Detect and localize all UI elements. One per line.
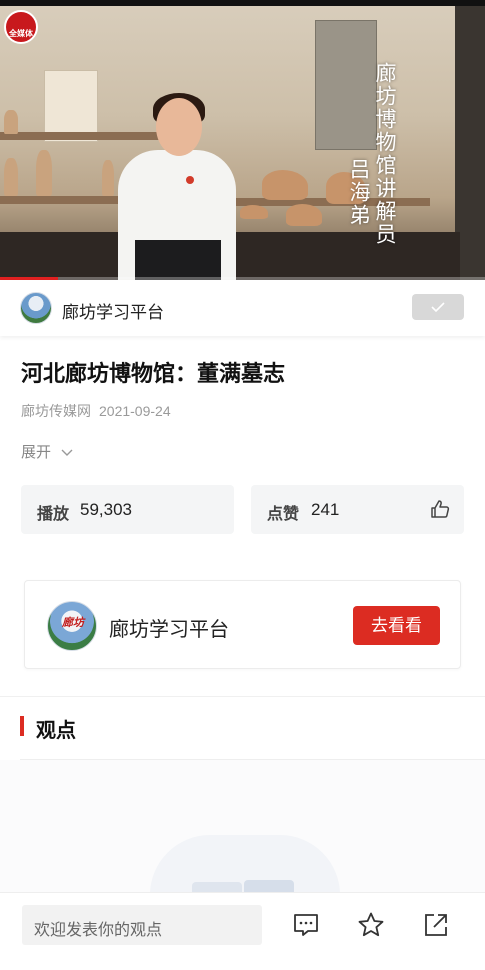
like-label: 点赞 — [267, 506, 300, 523]
channel-card-name[interactable]: 廊坊学习平台 — [109, 613, 229, 642]
share-icon[interactable] — [422, 911, 450, 939]
expand-button[interactable]: 展开 — [21, 441, 73, 462]
channel-card-avatar-text: 廊坊 — [62, 617, 84, 629]
comments-section-title: 观点 — [36, 720, 76, 742]
channel-header: 廊坊学习平台 — [0, 280, 485, 336]
channel-card-avatar[interactable]: 廊坊 — [47, 601, 97, 651]
channel-name[interactable]: 廊坊学习平台 — [62, 298, 164, 323]
go-see-button[interactable]: 去看看 — [353, 606, 440, 645]
article-title: 河北廊坊博物馆：董满墓志 — [21, 361, 286, 387]
play-count-stat: 播放 59,303 — [21, 485, 234, 534]
play-label: 播放 — [37, 506, 70, 523]
section-accent-bar — [20, 716, 24, 736]
chevron-down-icon — [61, 449, 73, 456]
play-count: 59,303 — [80, 500, 132, 519]
video-caption-title: 廊坊博物馆讲解员 — [373, 62, 397, 246]
article-meta: 廊坊传媒网 2021-09-24 — [21, 401, 171, 421]
channel-card[interactable]: 廊坊 廊坊学习平台 去看看 — [24, 580, 461, 669]
followed-button[interactable] — [412, 294, 464, 320]
comment-input[interactable]: 欢迎发表你的观点 — [22, 905, 262, 945]
like-stat[interactable]: 点赞 241 — [251, 485, 464, 534]
expand-label: 展开 — [21, 444, 52, 461]
like-count: 241 — [311, 500, 340, 519]
video-player[interactable]: 廊坊博物馆讲解员 吕海弟 全媒体 — [0, 0, 485, 280]
star-icon[interactable] — [357, 911, 385, 939]
channel-avatar[interactable] — [20, 292, 52, 324]
media-logo-text: 全媒体 — [9, 29, 33, 38]
bottom-action-bar: 欢迎发表你的观点 — [0, 892, 485, 970]
article-date: 2021-09-24 — [99, 403, 171, 419]
section-divider — [0, 696, 485, 697]
article-source[interactable]: 廊坊传媒网 — [21, 403, 91, 419]
video-caption-name: 吕海弟 — [347, 158, 371, 227]
comment-icon[interactable] — [292, 911, 320, 939]
thumbs-up-icon[interactable] — [430, 499, 450, 519]
check-icon — [431, 302, 445, 313]
